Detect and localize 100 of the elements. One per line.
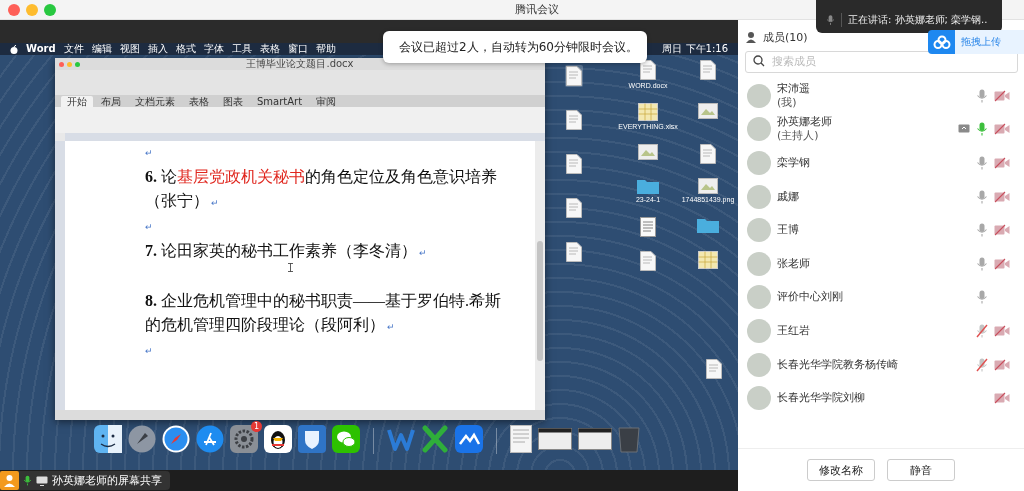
penguin-icon[interactable] — [264, 425, 292, 453]
person-icon — [746, 31, 758, 43]
person-icon — [0, 471, 19, 490]
paragraph-mark: ↵ — [145, 147, 154, 160]
document-file-icon[interactable] — [640, 251, 656, 271]
avatar-placeholder — [747, 285, 771, 310]
member-name: 宋沛遥 — [777, 81, 811, 96]
scrollbar[interactable] — [535, 141, 545, 410]
menu-item[interactable]: 表格 — [259, 43, 280, 55]
document-file-icon[interactable] — [700, 144, 716, 164]
menu-item[interactable]: 编辑 — [91, 43, 112, 55]
avatar-placeholder — [747, 184, 771, 209]
muted-mic-icon[interactable] — [976, 357, 988, 372]
menu-item[interactable]: 窗口 — [287, 43, 308, 55]
menu-item[interactable]: 格式 — [175, 43, 196, 55]
camera-off-icon[interactable] — [994, 358, 1010, 371]
pdf-file-icon[interactable] — [640, 217, 656, 237]
finder-icon[interactable] — [94, 425, 122, 453]
trash-icon[interactable] — [618, 425, 640, 453]
notification-badge: 1 — [251, 421, 262, 432]
avatar-placeholder — [747, 251, 771, 276]
member-name: 长春光华学院教务杨传崎 — [777, 357, 899, 372]
document-paragraph: 7. 论田家英的秘书工作素养（李冬清）↵ — [145, 241, 429, 261]
avatar-placeholder — [747, 352, 771, 377]
ribbon-tab[interactable]: 图表 — [217, 96, 249, 107]
menu-item[interactable]: 字体 — [203, 43, 224, 55]
chat-bubbles-icon[interactable] — [332, 425, 360, 453]
mic-icon[interactable] — [976, 223, 988, 238]
panel-title: 成员(10) — [763, 29, 808, 45]
muted-mic-icon[interactable] — [976, 323, 988, 338]
screen-share-icon[interactable] — [958, 124, 970, 135]
mic-icon[interactable] — [976, 189, 988, 204]
document-thumbnail-icon[interactable] — [510, 425, 532, 453]
ribbon-tab[interactable]: SmartArt — [251, 96, 309, 107]
window-controls[interactable] — [59, 61, 80, 67]
notification-text: 会议已超过2人，自动转为60分钟限时会议。 — [399, 38, 638, 56]
folder-icon[interactable] — [697, 217, 719, 233]
camera-off-icon[interactable] — [994, 392, 1010, 405]
upload-button[interactable]: 拖拽上传 — [955, 30, 1024, 54]
document-file-icon[interactable] — [566, 198, 582, 218]
document-file-icon[interactable] — [706, 359, 722, 379]
member-name: 张老师 — [777, 256, 811, 271]
menubar-clock: 周日 下午1:16 — [662, 43, 728, 55]
member-name: 王博 — [777, 223, 800, 238]
window-controls[interactable] — [8, 3, 56, 16]
mic-icon — [826, 13, 835, 26]
document-title: 王博毕业论文题目.docx — [246, 58, 354, 70]
text-cursor-icon — [288, 263, 293, 272]
screen-share-chip[interactable]: 孙英娜老师的屏幕共享 — [0, 471, 170, 490]
menu-item[interactable]: 帮助 — [315, 43, 336, 55]
folder-icon[interactable] — [637, 178, 659, 194]
cloud-icon[interactable] — [932, 35, 951, 49]
document-file-icon[interactable] — [566, 66, 582, 86]
document-file-icon[interactable] — [566, 242, 582, 262]
search-field[interactable]: 搜索成员 — [745, 50, 1018, 73]
avatar-placeholder — [747, 318, 771, 343]
avatar-placeholder — [747, 386, 771, 411]
shield-icon[interactable] — [298, 425, 326, 453]
avatar-placeholder — [747, 117, 771, 142]
screen-share-icon — [36, 475, 48, 486]
panel-button[interactable]: 修改名称 — [807, 459, 875, 481]
ribbon-tab[interactable]: 文档元素 — [129, 96, 181, 107]
x-logo-icon[interactable] — [421, 425, 449, 453]
mic-icon[interactable] — [976, 256, 988, 271]
mic-icon[interactable] — [976, 88, 988, 103]
ribbon-tab[interactable]: 审阅 — [310, 96, 343, 107]
camera-off-icon[interactable] — [994, 89, 1010, 102]
document-file-icon[interactable] — [566, 110, 582, 130]
ribbon-tab[interactable]: 表格 — [183, 96, 215, 107]
menu-item[interactable]: 视图 — [119, 43, 140, 55]
camera-off-icon[interactable] — [994, 224, 1010, 237]
window-thumbnail-icon[interactable] — [578, 428, 612, 450]
avatar-placeholder — [747, 83, 771, 108]
menu-item[interactable]: Word — [26, 43, 56, 55]
panel-button[interactable]: 静音 — [887, 459, 955, 481]
camera-off-icon[interactable] — [994, 123, 1010, 136]
compass-icon[interactable] — [162, 425, 190, 453]
menu-item[interactable]: 插入 — [147, 43, 168, 55]
ribbon-tab[interactable]: 布局 — [95, 96, 127, 107]
app-store-icon[interactable] — [196, 425, 224, 453]
avatar-placeholder — [747, 218, 771, 243]
camera-off-icon[interactable] — [994, 190, 1010, 203]
document-file-icon[interactable] — [640, 60, 656, 80]
document-file-icon[interactable] — [566, 154, 582, 174]
camera-off-icon[interactable] — [994, 257, 1010, 270]
mic-icon[interactable] — [976, 122, 988, 137]
ribbon-tab[interactable]: 开始 — [61, 96, 93, 107]
window-thumbnail-icon[interactable] — [538, 428, 572, 450]
member-name: 孙英娜老师 — [777, 115, 833, 130]
camera-off-icon[interactable] — [994, 324, 1010, 337]
menu-item[interactable]: 文件 — [63, 43, 84, 55]
meeting-app-icon[interactable] — [455, 425, 483, 453]
mic-icon — [23, 474, 32, 487]
mic-icon[interactable] — [976, 290, 988, 305]
document-file-icon[interactable] — [700, 60, 716, 80]
menu-item[interactable]: 工具 — [231, 43, 252, 55]
camera-off-icon[interactable] — [994, 157, 1010, 169]
member-name: 长春光华学院刘柳 — [777, 391, 866, 406]
mic-icon[interactable] — [976, 156, 988, 170]
paragraph-mark: ↵ — [145, 221, 154, 234]
